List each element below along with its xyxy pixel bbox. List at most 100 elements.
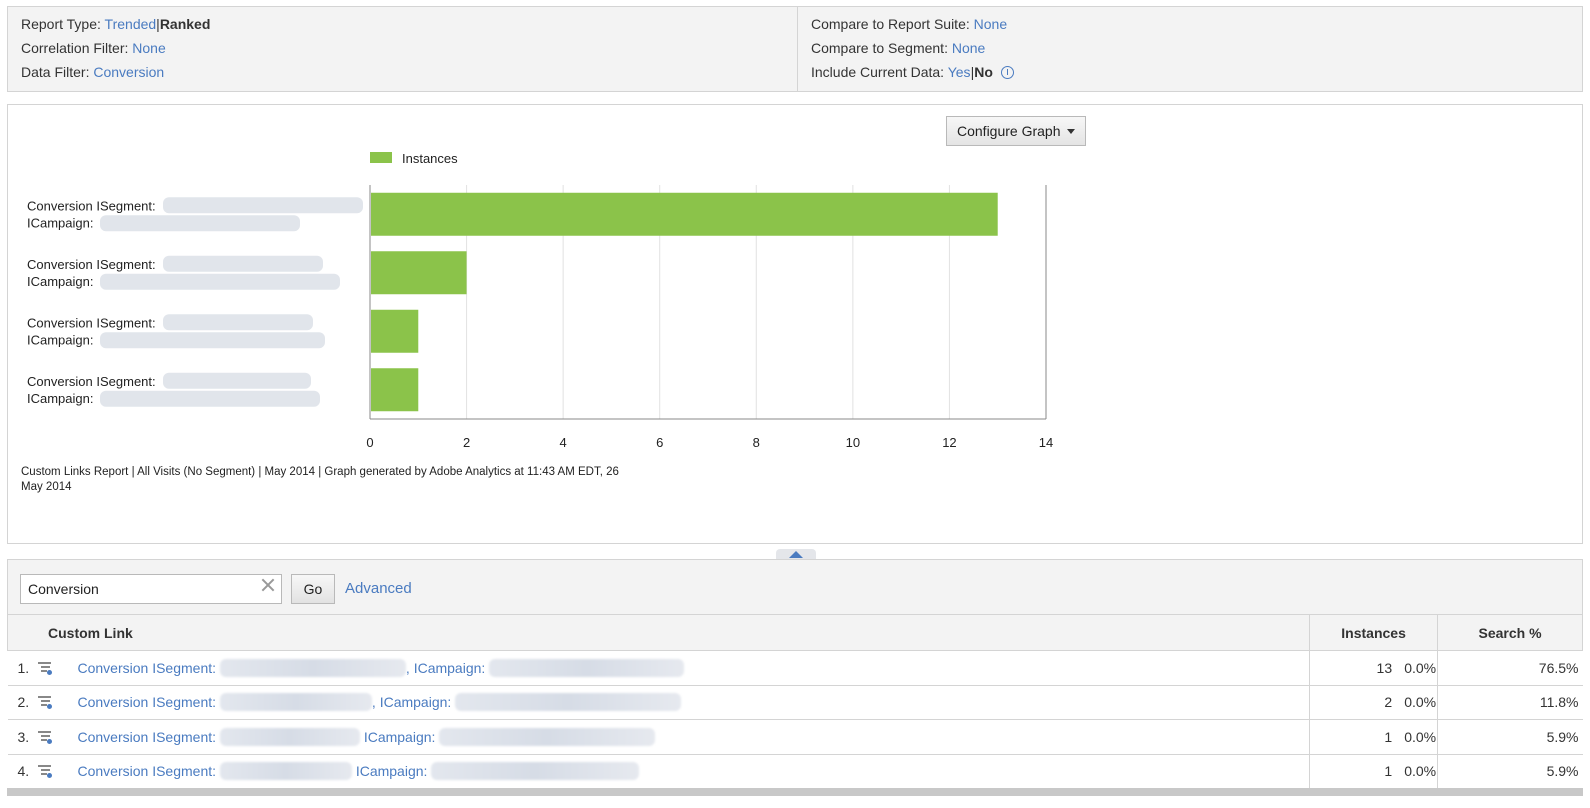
column-header-custom-link[interactable]: Custom Link [6, 614, 1311, 651]
x-tick-label: 4 [560, 435, 567, 450]
redacted-campaign-value [455, 693, 682, 712]
table-header-row: Custom Link Instances Search % [6, 614, 1583, 651]
redacted-campaign-value [439, 727, 656, 746]
row-rank: 4. [17, 763, 30, 780]
campaign-label: ICampaign: [363, 728, 436, 745]
row-rank: 3. [17, 728, 30, 745]
compare-segment-label: Compare to Segment: [811, 40, 948, 56]
compare-suite-label: Compare to Report Suite: [811, 16, 970, 32]
correlation-filter-row: Correlation Filter: None [21, 40, 166, 56]
table-row: 4. Conversion ISegment: ICampaign: 1 0.0% … [7, 753, 1583, 789]
report-type-row: Report Type: Trended|Ranked [21, 16, 210, 32]
instances-cell: 1 0.0% [1309, 753, 1439, 789]
table-bottom-bar [7, 788, 1583, 796]
y-category-label: Conversion ISegment: [27, 257, 156, 272]
redacted-segment [163, 255, 323, 272]
custom-link-cell: 4. Conversion ISegment: ICampaign: [7, 753, 1311, 789]
table-row: 3. Conversion ISegment: ICampaign: 1 0.0% … [7, 719, 1583, 755]
collapse-graph-toggle[interactable] [776, 549, 816, 559]
x-tick-label: 0 [366, 435, 373, 450]
bar-3 [371, 309, 419, 353]
compare-segment-link[interactable]: None [952, 40, 985, 56]
clear-icon[interactable] [261, 578, 275, 592]
custom-link[interactable]: Conversion ISegment: , ICampaign: [77, 658, 685, 677]
advanced-search-link[interactable]: Advanced [345, 580, 412, 597]
custom-link-cell: 1. Conversion ISegment: , ICampaign: [7, 650, 1311, 686]
instances-value: 13 [1376, 659, 1393, 676]
row-rank: 1. [17, 659, 30, 676]
redacted-segment-value [219, 727, 360, 746]
bar-1 [371, 192, 998, 236]
custom-link[interactable]: Conversion ISegment: , ICampaign: [77, 693, 682, 712]
breakdown-icon[interactable] [37, 730, 52, 744]
redacted-campaign-value [489, 658, 685, 677]
instances-cell: 1 0.0% [1309, 719, 1439, 755]
redacted-campaign-value [431, 762, 640, 781]
report-type-ranked: Ranked [159, 16, 211, 32]
x-tick-label: 10 [846, 435, 860, 450]
data-filter-label: Data Filter: [21, 64, 90, 80]
compare-suite-link[interactable]: None [974, 16, 1007, 32]
go-button[interactable]: Go [291, 574, 335, 604]
report-settings-left: Report Type: Trended|Ranked Correlation … [8, 7, 798, 91]
y-category-label: Conversion ISegment: [27, 315, 156, 330]
compare-suite-row: Compare to Report Suite: None [811, 16, 1007, 32]
custom-link[interactable]: Conversion ISegment: ICampaign: [77, 727, 656, 746]
x-tick-label: 14 [1039, 435, 1053, 450]
segment-label: Conversion ISegment: [77, 694, 217, 711]
redacted-campaign [100, 273, 340, 290]
y-category-label: ICampaign: [27, 274, 93, 289]
redacted-segment [163, 197, 363, 214]
breakdown-icon[interactable] [37, 661, 52, 675]
data-filter-link[interactable]: Conversion [93, 64, 164, 80]
breakdown-icon[interactable] [37, 764, 52, 779]
report-type-trended-link[interactable]: Trended [105, 16, 157, 32]
segment-label: Conversion ISegment: [77, 763, 217, 780]
instances-value: 1 [1384, 763, 1393, 780]
redacted-segment [163, 314, 313, 331]
table-row: 2. Conversion ISegment: , ICampaign: 2 0.0… [7, 684, 1583, 720]
legend-label: Instances [402, 151, 458, 166]
search-bar: Go Advanced [7, 559, 1583, 615]
correlation-filter-label: Correlation Filter: [21, 40, 129, 56]
y-category-label: ICampaign: [27, 391, 93, 406]
instances-pct: 0.0% [1404, 763, 1437, 780]
compare-segment-row: Compare to Segment: None [811, 40, 985, 56]
campaign-label: , ICampaign: [371, 694, 452, 711]
redacted-segment [163, 372, 311, 389]
bar-4 [371, 368, 419, 412]
include-current-yes-link[interactable]: Yes [948, 64, 971, 80]
column-header-search-pct[interactable]: Search % [1437, 614, 1583, 651]
redacted-campaign [100, 215, 300, 232]
report-settings-panel: Report Type: Trended|Ranked Correlation … [7, 6, 1583, 92]
instances-cell: 2 0.0% [1309, 684, 1439, 720]
custom-link[interactable]: Conversion ISegment: ICampaign: [77, 762, 640, 781]
column-header-instances[interactable]: Instances [1309, 614, 1439, 651]
instances-value: 2 [1384, 694, 1393, 711]
redacted-segment-value [219, 658, 406, 677]
info-icon[interactable] [1000, 66, 1014, 79]
legend-swatch [370, 152, 392, 163]
y-category-label: Conversion ISegment: [27, 198, 156, 213]
instances-value: 1 [1384, 728, 1393, 745]
bar-2 [371, 251, 467, 295]
custom-link-cell: 2. Conversion ISegment: , ICampaign: [7, 684, 1311, 720]
x-tick-label: 2 [463, 435, 470, 450]
segment-label: Conversion ISegment: [77, 728, 217, 745]
correlation-filter-link[interactable]: None [132, 40, 165, 56]
y-category-label: Conversion ISegment: [27, 374, 156, 389]
custom-link-cell: 3. Conversion ISegment: ICampaign: [7, 719, 1311, 755]
search-input[interactable] [20, 574, 282, 604]
campaign-label: , ICampaign: [405, 659, 486, 676]
redacted-campaign [100, 332, 325, 349]
instances-cell: 13 0.0% [1309, 650, 1439, 686]
row-rank: 2. [17, 694, 30, 711]
redacted-campaign [100, 390, 320, 407]
bar-chart: Conversion ISegment: ICampaign: Conversion… [27, 151, 1053, 450]
breakdown-icon[interactable] [37, 695, 52, 710]
segment-label: Conversion ISegment: [77, 659, 217, 676]
campaign-label: ICampaign: [355, 763, 428, 780]
instances-pct: 0.0% [1404, 694, 1437, 711]
graph-footnote: Custom Links Report | All Visits (No Seg… [21, 466, 619, 493]
report-settings-right: Compare to Report Suite: None Compare to… [798, 7, 1582, 91]
